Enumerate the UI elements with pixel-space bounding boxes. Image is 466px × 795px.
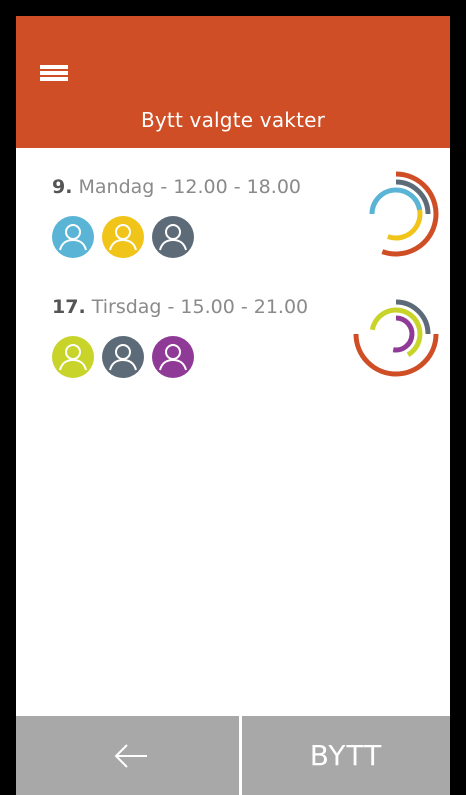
shift-label: 17. Tirsdag - 15.00 - 21.00 xyxy=(52,296,308,318)
user-icon xyxy=(102,216,144,258)
user-icon xyxy=(52,336,94,378)
coverage-arc xyxy=(369,187,423,215)
avatar xyxy=(52,336,94,378)
shift-coverage-ring xyxy=(369,171,439,257)
shift-day-time: Tirsdag - 15.00 - 21.00 xyxy=(85,296,309,318)
shift-day-number: 9. xyxy=(52,176,73,198)
user-icon xyxy=(52,216,94,258)
coverage-arc xyxy=(392,315,415,353)
back-button[interactable] xyxy=(16,716,239,795)
bottom-action-bar: BYTT xyxy=(16,716,450,795)
page-title: Bytt valgte vakter xyxy=(140,108,326,132)
avatar xyxy=(102,216,144,258)
shift-label: 9. Mandag - 12.00 - 18.00 xyxy=(52,176,301,198)
shift-day-time: Mandag - 12.00 - 18.00 xyxy=(72,176,301,198)
coverage-arc xyxy=(353,333,439,377)
user-icon xyxy=(102,336,144,378)
shift-coverage-ring xyxy=(353,299,439,377)
avatar xyxy=(52,216,94,258)
avatar xyxy=(152,216,194,258)
coverage-arc xyxy=(386,200,423,241)
avatar xyxy=(152,336,194,378)
shift-item[interactable]: 9. Mandag - 12.00 - 18.00 xyxy=(16,148,450,258)
arrow-left-icon xyxy=(114,744,147,768)
shift-day-number: 17. xyxy=(52,296,86,318)
swap-button[interactable]: BYTT xyxy=(242,716,450,795)
user-icon xyxy=(152,336,194,378)
hamburger-menu-icon[interactable] xyxy=(40,65,68,81)
user-icon xyxy=(152,216,194,258)
header-bar: Bytt valgte vakter xyxy=(16,16,450,148)
avatar xyxy=(102,336,144,378)
app-screen: Bytt valgte vakter 9. Mandag - 12.00 - 1… xyxy=(16,16,450,795)
shift-item[interactable]: 17. Tirsdag - 15.00 - 21.00 xyxy=(16,268,450,378)
